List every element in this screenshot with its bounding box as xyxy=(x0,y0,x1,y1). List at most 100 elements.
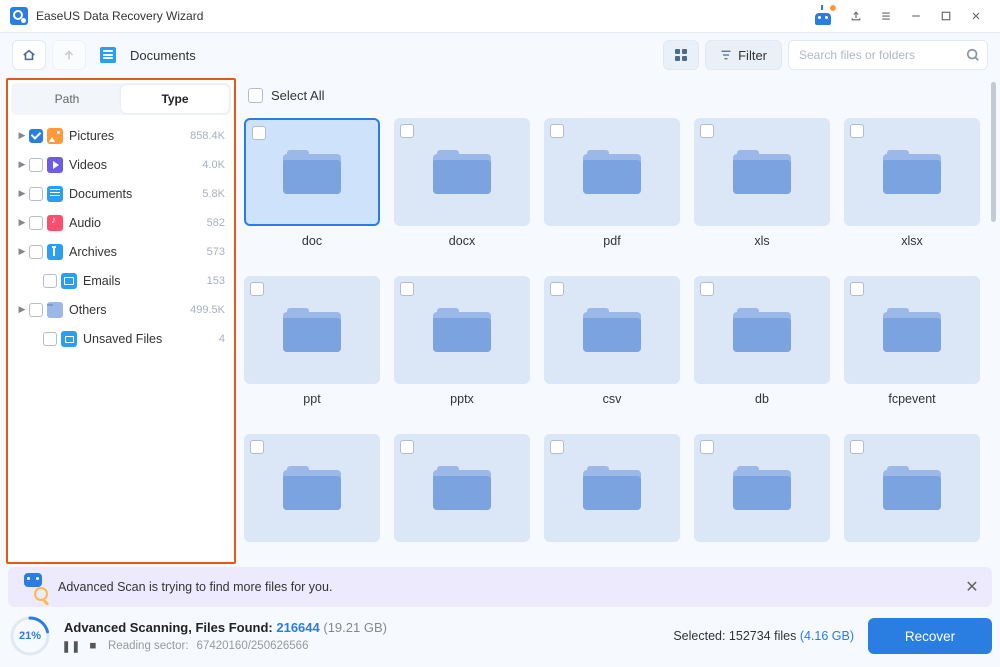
up-button[interactable] xyxy=(52,40,86,70)
tab-type[interactable]: Type xyxy=(121,85,229,113)
tile-checkbox[interactable] xyxy=(550,282,564,296)
folder-tile-fcpevent[interactable]: fcpevent xyxy=(844,276,980,406)
home-button[interactable] xyxy=(12,40,46,70)
expand-icon[interactable]: ▶ xyxy=(17,217,27,228)
tile-checkbox[interactable] xyxy=(850,282,864,296)
close-button[interactable] xyxy=(962,4,990,28)
tile-checkbox[interactable] xyxy=(252,126,266,140)
expand-icon[interactable]: ▶ xyxy=(17,246,27,257)
folder-icon xyxy=(433,308,491,352)
folder-tile-xlsx[interactable]: xlsx xyxy=(844,118,980,248)
select-all-checkbox[interactable] xyxy=(248,88,263,103)
folder-tile-row3[interactable] xyxy=(244,434,380,550)
category-checkbox[interactable] xyxy=(29,158,43,172)
stop-button[interactable]: ■ xyxy=(86,640,100,652)
breadcrumb[interactable]: Documents xyxy=(130,48,196,63)
tile-checkbox[interactable] xyxy=(250,440,264,454)
folder-icon xyxy=(883,466,941,510)
tile-checkbox[interactable] xyxy=(400,124,414,138)
folder-tile-row3[interactable] xyxy=(844,434,980,550)
tile-checkbox[interactable] xyxy=(550,124,564,138)
folder-tile-doc[interactable]: doc xyxy=(244,118,380,248)
category-checkbox[interactable] xyxy=(43,332,57,346)
tile-checkbox[interactable] xyxy=(700,124,714,138)
banner-close-button[interactable]: ✕ xyxy=(962,577,982,597)
category-checkbox[interactable] xyxy=(43,274,57,288)
tile-checkbox[interactable] xyxy=(700,282,714,296)
folder-tile-pdf[interactable]: pdf xyxy=(544,118,680,248)
tab-path[interactable]: Path xyxy=(13,85,121,113)
category-label: Audio xyxy=(69,216,207,230)
vid-icon xyxy=(47,157,63,173)
category-count: 573 xyxy=(207,246,225,258)
category-checkbox[interactable] xyxy=(29,245,43,259)
sidebar-item-others[interactable]: ▶Others499.5K xyxy=(13,295,229,324)
grid-view-toggle[interactable] xyxy=(663,40,699,70)
category-count: 858.4K xyxy=(190,130,225,142)
folder-tile-docx[interactable]: docx xyxy=(394,118,530,248)
expand-icon[interactable]: ▶ xyxy=(17,130,27,141)
expand-icon[interactable]: ▶ xyxy=(17,304,27,315)
select-all-row[interactable]: Select All xyxy=(244,80,990,110)
sidebar-item-audio[interactable]: ▶ Audio582 xyxy=(13,208,229,237)
scrollbar-track[interactable] xyxy=(991,82,996,561)
maximize-button[interactable] xyxy=(932,4,960,28)
scrollbar-thumb[interactable] xyxy=(991,82,996,222)
email-icon xyxy=(61,273,77,289)
folder-tile-row3[interactable] xyxy=(694,434,830,550)
sidebar-item-documents[interactable]: ▶Documents5.8K xyxy=(13,179,229,208)
sidebar-item-pictures[interactable]: ▶ Pictures858.4K xyxy=(13,121,229,150)
category-checkbox[interactable] xyxy=(29,129,43,143)
tile-checkbox[interactable] xyxy=(400,282,414,296)
category-checkbox[interactable] xyxy=(29,303,43,317)
sidebar-item-archives[interactable]: ▶Archives573 xyxy=(13,237,229,266)
folder-tile-csv[interactable]: csv xyxy=(544,276,680,406)
category-label: Pictures xyxy=(69,129,190,143)
category-count: 582 xyxy=(207,217,225,229)
sidebar-item-videos[interactable]: ▶Videos4.0K xyxy=(13,150,229,179)
category-count: 4 xyxy=(219,333,225,345)
app-logo-icon xyxy=(10,7,28,25)
folder-tile-pptx[interactable]: pptx xyxy=(394,276,530,406)
scan-controls: ❚❚ ■ Reading sector: 67420160/250626566 xyxy=(64,639,387,653)
folder-tile-row3[interactable] xyxy=(544,434,680,550)
folder-tile-xls[interactable]: xls xyxy=(694,118,830,248)
folder-tile-row3[interactable] xyxy=(394,434,530,550)
sidebar-item-unsaved-files[interactable]: Unsaved Files4 xyxy=(13,324,229,353)
app-title: EaseUS Data Recovery Wizard xyxy=(36,9,203,23)
tile-checkbox[interactable] xyxy=(400,440,414,454)
tile-checkbox[interactable] xyxy=(850,440,864,454)
expand-icon[interactable]: ▶ xyxy=(17,188,27,199)
grid-icon xyxy=(675,49,687,61)
arc-icon xyxy=(47,244,63,260)
filter-button[interactable]: Filter xyxy=(705,40,782,70)
search-icon xyxy=(966,48,980,62)
banner-text: Advanced Scan is trying to find more fil… xyxy=(58,580,332,594)
category-checkbox[interactable] xyxy=(29,187,43,201)
tile-checkbox[interactable] xyxy=(700,440,714,454)
search-input[interactable] xyxy=(788,40,988,70)
sidebar-item-emails[interactable]: Emails153 xyxy=(13,266,229,295)
pause-button[interactable]: ❚❚ xyxy=(64,639,78,653)
menu-button[interactable] xyxy=(872,4,900,28)
folder-tile-ppt[interactable]: ppt xyxy=(244,276,380,406)
expand-icon[interactable]: ▶ xyxy=(17,159,27,170)
folder-tile-db[interactable]: db xyxy=(694,276,830,406)
tile-checkbox[interactable] xyxy=(550,440,564,454)
category-label: Emails xyxy=(83,274,207,288)
category-tree: ▶ Pictures858.4K ▶Videos4.0K▶Documents5.8K… xyxy=(11,115,231,359)
recover-button[interactable]: Recover xyxy=(868,618,992,654)
tile-label: pdf xyxy=(544,234,680,248)
folder-icon xyxy=(733,308,791,352)
other-icon xyxy=(47,302,63,318)
category-checkbox[interactable] xyxy=(29,216,43,230)
assistant-robot-icon[interactable] xyxy=(812,7,834,25)
minimize-button[interactable] xyxy=(902,4,930,28)
tile-checkbox[interactable] xyxy=(250,282,264,296)
share-button[interactable] xyxy=(842,4,870,28)
tile-checkbox[interactable] xyxy=(850,124,864,138)
footer: 21% Advanced Scanning, Files Found: 2166… xyxy=(8,611,992,661)
selected-count: 152734 files xyxy=(729,629,800,643)
folder-icon xyxy=(433,150,491,194)
folder-icon xyxy=(883,150,941,194)
